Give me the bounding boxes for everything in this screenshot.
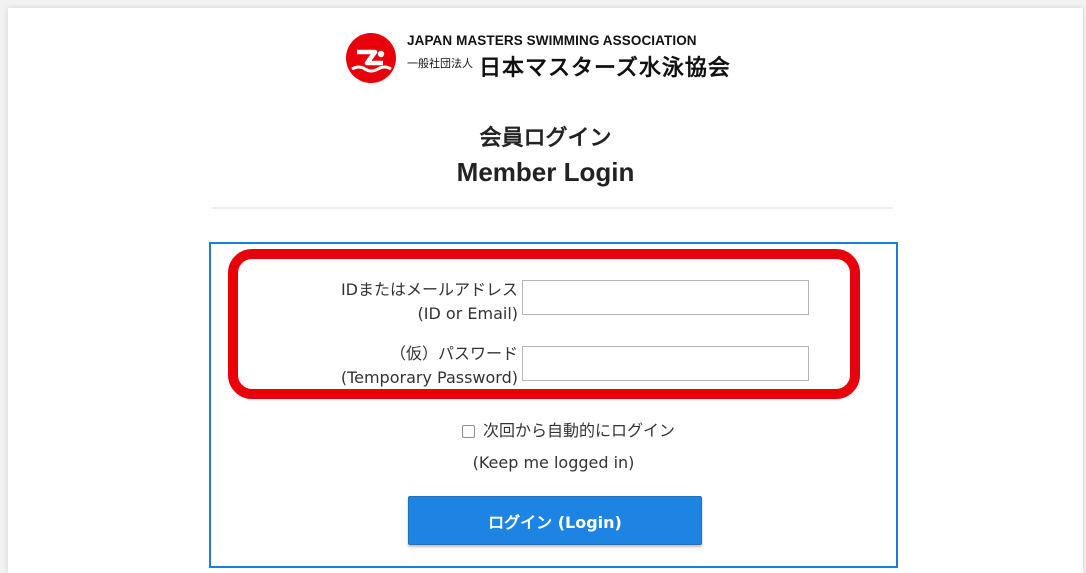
org-prefix-jp: 一般社団法人 <box>407 57 473 70</box>
password-input[interactable] <box>522 346 809 381</box>
password-label-jp: （仮）パスワード <box>389 344 518 363</box>
title-divider <box>212 207 893 209</box>
id-email-input[interactable] <box>522 280 809 315</box>
id-label-jp: IDまたはメールアドレス <box>340 280 518 299</box>
remember-me-checkbox[interactable] <box>461 424 475 438</box>
remember-me: 次回から自動的にログイン (Keep me logged in) <box>211 416 896 478</box>
remember-label-jp: 次回から自動的にログイン <box>482 421 675 440</box>
id-label-en: (ID or Email) <box>417 304 518 323</box>
page-title-jp: 会員ログイン <box>479 126 612 151</box>
page-title-en: Member Login <box>456 157 635 187</box>
org-name-jp: 日本マスターズ水泳協会 <box>479 56 731 81</box>
password-field-label: （仮）パスワード (Temporary Password) <box>341 342 518 390</box>
password-label-en: (Temporary Password) <box>340 368 518 387</box>
login-form: IDまたはメールアドレス (ID or Email) （仮）パスワード (Tem… <box>209 242 898 568</box>
login-button[interactable]: ログイン (Login) <box>408 496 702 545</box>
association-logo[interactable]: JAPAN MASTERS SWIMMING ASSOCIATION 一般社団法… <box>345 28 765 86</box>
remember-me-row[interactable]: 次回から自動的にログイン <box>461 416 675 446</box>
swimmer-logo-icon <box>346 33 396 83</box>
remember-label-en: (Keep me logged in) <box>472 452 635 472</box>
id-field-label: IDまたはメールアドレス (ID or Email) <box>341 278 518 326</box>
org-name-en: JAPAN MASTERS SWIMMING ASSOCIATION <box>407 33 697 48</box>
page-card: JAPAN MASTERS SWIMMING ASSOCIATION 一般社団法… <box>8 8 1083 573</box>
